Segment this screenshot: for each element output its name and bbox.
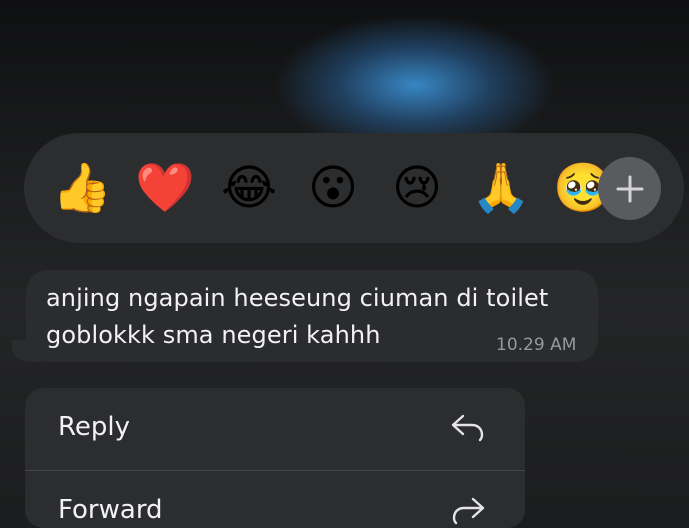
- plus-icon: [616, 175, 643, 202]
- reaction-bar: 👍 ❤️ 😂 😮 😢 🙏 🥹: [24, 133, 684, 243]
- reaction-heart[interactable]: ❤️: [134, 159, 196, 217]
- reaction-crying[interactable]: 😢: [386, 159, 448, 217]
- reaction-surprised[interactable]: 😮: [302, 159, 364, 217]
- message-text-line-2: goblokkk sma negeri kahhh: [46, 321, 381, 349]
- menu-item-reply[interactable]: Reply: [25, 388, 525, 470]
- context-menu: Reply Forward: [25, 388, 525, 528]
- reaction-tears-of-joy[interactable]: 😂: [218, 159, 280, 217]
- message-timestamp: 10.29 AM: [496, 335, 577, 355]
- menu-item-label: Forward: [58, 495, 163, 525]
- reaction-thumbs-up[interactable]: 👍: [51, 159, 113, 217]
- add-reaction-button[interactable]: [598, 157, 661, 220]
- reaction-folded-hands[interactable]: 🙏: [470, 159, 532, 217]
- message-text-line-1: anjing ngapain heeseung ciuman di toilet: [46, 284, 549, 312]
- forward-arrow-icon: [452, 497, 485, 525]
- reply-arrow-icon: [451, 414, 484, 442]
- menu-item-forward[interactable]: Forward: [25, 471, 525, 528]
- menu-item-label: Reply: [58, 412, 131, 442]
